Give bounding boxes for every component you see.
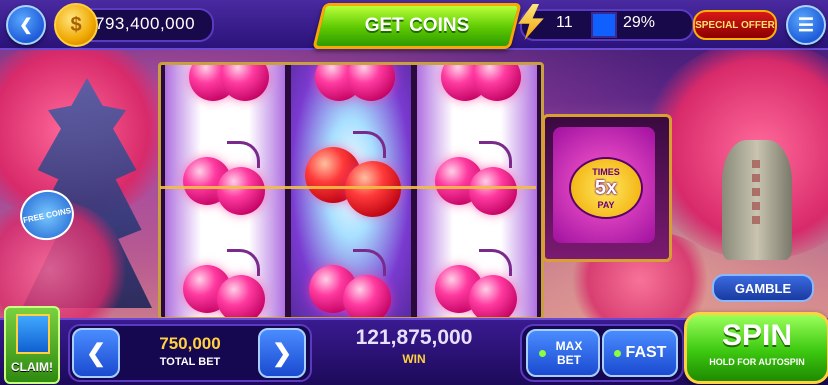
win-label: WIN <box>402 352 426 366</box>
fast-label: FAST <box>625 344 667 361</box>
decrease-bet-button[interactable]: ❮ <box>72 328 120 378</box>
indicator-dot <box>539 349 546 357</box>
multiplier-bottom-label: PAY <box>597 199 615 210</box>
menu-button[interactable]: ☰ <box>786 5 826 45</box>
cherries-symbol <box>179 65 269 113</box>
coin-icon: $ <box>54 3 98 47</box>
gift-icon <box>16 314 50 354</box>
claim-label: CLAIM! <box>11 360 53 374</box>
spin-sublabel: HOLD FOR AUTOSPIN <box>709 357 805 367</box>
coin-balance: 793,400,000 <box>95 14 196 33</box>
times-pay-badge: TIMES 5x PAY <box>569 157 643 219</box>
reel-frame <box>158 62 544 320</box>
reel-2 <box>291 65 411 317</box>
back-button[interactable]: ❮ <box>6 5 46 45</box>
max-bet-label: MAX BET <box>555 339 583 367</box>
stone-monument <box>722 140 792 260</box>
red-cherries-symbol <box>305 131 401 217</box>
total-bet-label: TOTAL BET <box>159 356 221 368</box>
cherries-symbol <box>179 249 269 317</box>
max-bet-button[interactable]: MAX BET <box>526 329 600 377</box>
cherries-symbol <box>305 65 395 113</box>
indicator-dot <box>613 349 621 357</box>
claim-button[interactable]: CLAIM! <box>4 306 60 384</box>
multiplier-symbol: TIMES 5x PAY <box>553 127 655 243</box>
chevron-left-icon: ❮ <box>19 17 33 34</box>
total-bet-panel: ❮ 750,000 TOTAL BET ❯ <box>68 324 312 382</box>
spin-button[interactable]: SPIN HOLD FOR AUTOSPIN <box>684 312 828 384</box>
fast-button[interactable]: FAST <box>602 329 678 377</box>
level-number: 11 <box>556 14 573 31</box>
win-amount: 121,875,000 <box>355 326 473 349</box>
cherries-symbol <box>305 249 395 317</box>
xp-progress-percent: 29% <box>623 14 656 31</box>
multiplier-reel: TIMES 5x PAY <box>542 114 672 262</box>
chevron-left-icon: ❮ <box>85 339 107 367</box>
get-coins-button[interactable]: GET COINS <box>312 3 522 49</box>
special-offer-button[interactable]: SPECIAL OFFER <box>693 10 777 40</box>
payline <box>160 186 536 189</box>
bet-options-panel: MAX BET FAST <box>520 324 684 382</box>
reel-3 <box>417 65 537 317</box>
spin-label: SPIN <box>721 319 793 352</box>
get-coins-label: GET COINS <box>364 15 470 36</box>
cherries-symbol <box>431 249 521 317</box>
hamburger-menu-icon: ☰ <box>797 14 815 35</box>
reel-1 <box>165 65 285 317</box>
cherries-symbol <box>431 65 521 113</box>
gamble-button[interactable]: GAMBLE <box>712 274 814 302</box>
multiplier-top-label: TIMES <box>592 166 620 177</box>
total-bet-value: 750,000 <box>159 334 221 353</box>
xp-progress-bar <box>591 12 617 38</box>
multiplier-value: 5x <box>594 176 618 199</box>
chevron-right-icon: ❯ <box>271 339 293 367</box>
increase-bet-button[interactable]: ❯ <box>258 328 306 378</box>
